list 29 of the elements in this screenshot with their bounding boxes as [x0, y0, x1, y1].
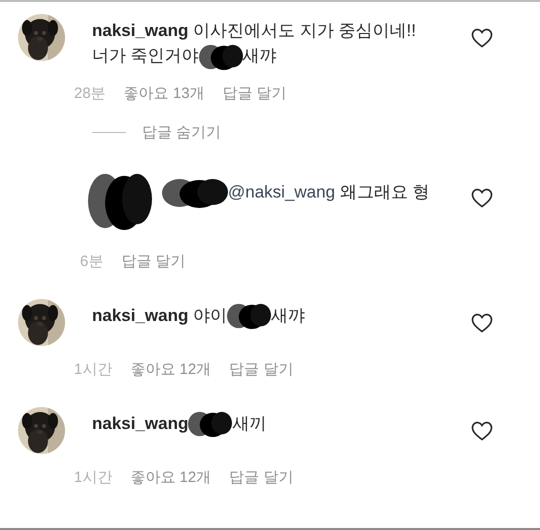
comment-text: 새꺄: [271, 306, 306, 325]
comment-text: 이사진에서도 지가 중심이네!!: [193, 21, 416, 40]
timestamp: 1시간: [74, 360, 112, 379]
redaction-mark: [227, 303, 272, 330]
hide-replies-button[interactable]: 답글 숨기기: [142, 122, 222, 142]
redaction-mark: [162, 178, 228, 208]
redaction-mark: [198, 44, 243, 70]
comment-text: 새꺄: [242, 46, 277, 65]
likes-count[interactable]: 좋아요 12개: [130, 360, 212, 379]
timestamp: 1시간: [74, 468, 112, 487]
reply-button[interactable]: 답글 달기: [229, 360, 294, 379]
reply-button[interactable]: 답글 달기: [121, 252, 186, 271]
comment-author[interactable]: naksi_wang: [92, 414, 188, 433]
likes-count[interactable]: 좋아요 13개: [124, 84, 205, 103]
reply-button[interactable]: 답글 달기: [229, 468, 294, 487]
comment-text: 새끼: [232, 414, 266, 433]
comment-author[interactable]: naksi_wang: [92, 21, 188, 40]
timestamp: 6분: [80, 252, 104, 271]
timestamp: 28분: [74, 84, 106, 103]
heart-icon[interactable]: [470, 26, 494, 50]
comment-text: 왜그래요 형: [340, 182, 430, 201]
redaction-mark: [188, 411, 232, 438]
comment-author[interactable]: naksi_wang: [92, 306, 188, 325]
reply-button[interactable]: 답글 달기: [222, 84, 287, 103]
likes-count[interactable]: 좋아요 12개: [130, 468, 212, 487]
comment-text: 너가 죽인거야: [92, 46, 199, 65]
comment-text: 야이: [193, 306, 228, 325]
redaction-mark: [88, 172, 152, 230]
mention-link[interactable]: @naksi_wang: [228, 182, 336, 201]
